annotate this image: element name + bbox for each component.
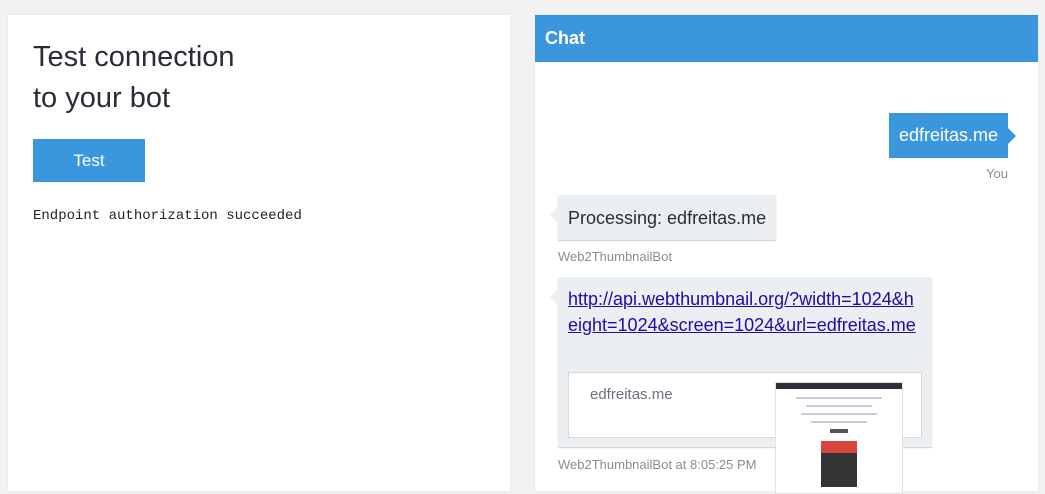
user-sender-label: You [986,166,1008,181]
user-message-bubble: edfreitas.me [888,113,1017,158]
bot-timestamp-label: Web2ThumbnailBot at 8:05:25 PM [558,457,757,472]
title-line-2: to your bot [33,82,171,114]
thumbnail-text-line [801,413,877,415]
thumbnail-button [830,429,848,433]
bot-sender-label: Web2ThumbnailBot [558,249,672,264]
chat-panel: Chat edfreitas.me You Processing: edfrei… [535,15,1038,494]
thumbnail-navbar [776,383,902,389]
thumbnail-text-line [811,421,867,423]
thumbnail-link[interactable]: http://api.webthumbnail.org/?width=1024&… [568,286,918,338]
thumbnail-text-line [796,397,882,399]
test-button[interactable]: Test [33,139,145,182]
thumbnail-text-line [806,405,872,407]
website-thumbnail-image[interactable] [775,382,903,494]
preview-title: edfreitas.me [590,386,673,403]
thumbnail-book-cover [821,441,857,453]
chat-header: Chat [535,15,1038,62]
test-connection-panel: Test connection to your bot Test Endpoin… [8,15,510,491]
title-line-1: Test connection [33,41,235,73]
status-message: Endpoint authorization succeeded [33,208,302,224]
panel-title: Test connection to your bot [33,37,333,119]
chat-title: Chat [545,28,585,48]
bot-message-bubble: Processing: edfreitas.me [549,195,777,240]
